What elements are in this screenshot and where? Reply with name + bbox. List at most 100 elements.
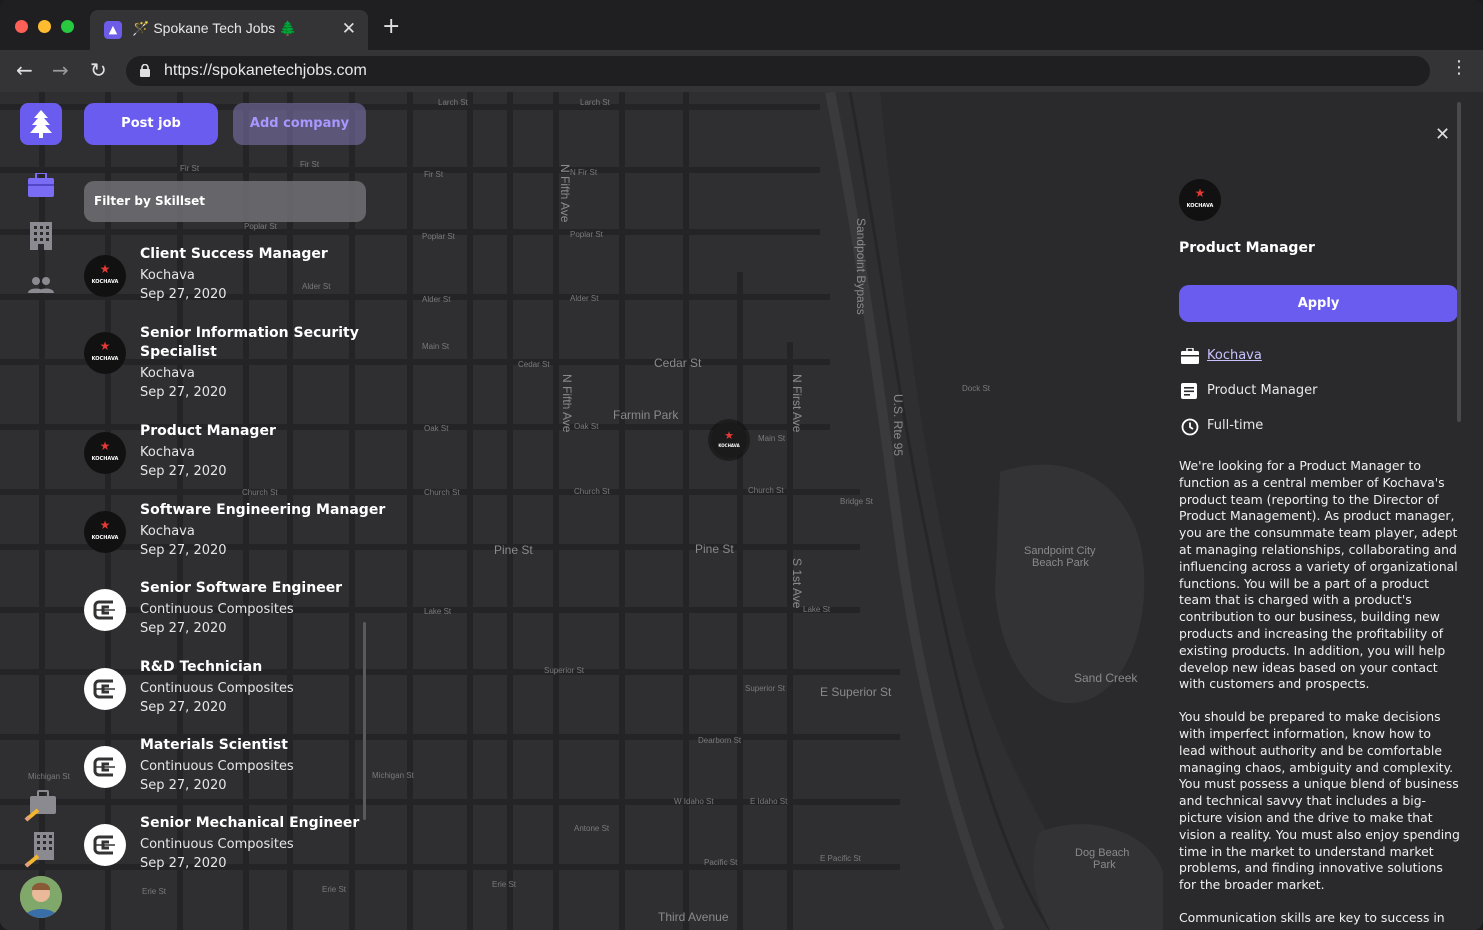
browser-window: ▲ 🪄 Spokane Tech Jobs 🌲 ✕ + ← → ↻ https:… [0,0,1483,930]
street-label: S 1st Ave [790,558,804,609]
job-date: Sep 27, 2020 [140,464,227,479]
street-label: Cedar St [654,356,702,370]
job-list-item[interactable]: Senior Software Engineer Continuous Comp… [84,579,374,649]
job-company: Continuous Composites [140,837,294,852]
description-paragraph: You should be prepared to make decisions… [1179,709,1460,893]
app-logo-tree-icon[interactable] [20,103,62,145]
reload-icon[interactable]: ↻ [90,58,107,82]
street-label: N First Ave [790,374,804,433]
add-company-button[interactable]: Add company [233,103,366,145]
detail-position: Product Manager [1207,383,1318,398]
browser-menu-icon[interactable]: ⋮ [1450,59,1468,77]
maximize-window-button[interactable] [61,20,74,33]
marker-label: KOCHAVA [718,443,740,448]
detail-panel-scrollbar[interactable] [1457,102,1461,422]
street-label: Larch St [438,98,468,107]
continuous-composites-logo-icon [84,746,126,788]
street-label: U.S. Rte 95 [891,394,905,457]
job-company: Kochava [140,445,195,460]
minimize-window-button[interactable] [38,20,51,33]
close-panel-icon[interactable]: ✕ [1435,124,1450,145]
street-label: W Idaho St [674,797,714,806]
street-label: Pine St [695,542,734,556]
job-company: Kochava [140,524,195,539]
detail-company-link[interactable]: Kochava [1207,348,1262,363]
job-list-item[interactable]: Senior Mechanical Engineer Continuous Co… [84,814,374,884]
kochava-logo-icon: ★ KOCHAVA [84,332,126,374]
kochava-star-icon: ★ [724,429,734,442]
continuous-composites-logo-icon [84,824,126,866]
job-list-item[interactable]: ★ KOCHAVA Senior Information Security Spe… [84,324,374,404]
add-company-icon[interactable] [24,832,58,868]
continuous-composites-logo-icon [84,589,126,631]
companies-building-icon[interactable] [30,222,52,250]
new-tab-button[interactable]: + [382,14,400,39]
kochava-logo-icon: ★ KOCHAVA [84,255,126,297]
street-label: Third Avenue [658,910,729,924]
street-label: Larch St [580,98,610,107]
street-label: N Fifth Ave [558,164,572,223]
kochava-logo-icon: ★ KOCHAVA [84,432,126,474]
job-list-item[interactable]: ★ KOCHAVA Client Success Manager Kochava … [84,245,374,315]
job-date: Sep 27, 2020 [140,778,227,793]
close-tab-icon[interactable]: ✕ [342,19,356,39]
browser-tab[interactable]: ▲ 🪄 Spokane Tech Jobs 🌲 ✕ [90,10,368,50]
street-label: Dock St [962,384,991,393]
continuous-composites-logo-icon [84,668,126,710]
street-label: Lake St [424,607,452,616]
job-list-item[interactable]: Materials Scientist Continuous Composite… [84,736,374,806]
user-avatar[interactable] [20,876,62,918]
tab-title: 🪄 Spokane Tech Jobs 🌲 [132,20,297,36]
job-title: Product Manager [140,423,276,439]
detail-job-title: Product Manager [1179,240,1315,256]
street-label: Erie St [142,887,167,896]
street-label: Farmin Park [613,408,679,422]
job-list-item[interactable]: ★ KOCHAVA Product Manager Kochava Sep 27,… [84,422,374,492]
job-list-item[interactable]: ★ KOCHAVA Software Engineering Manager Ko… [84,501,385,571]
job-company: Continuous Composites [140,681,294,696]
post-job-button[interactable]: Post job [84,103,218,145]
job-list-scrollbar[interactable] [363,622,366,820]
street-label: Alder St [422,295,451,304]
street-label: Erie St [322,885,347,894]
street-label: Church St [574,487,610,496]
street-label: Alder St [570,294,599,303]
street-label: Poplar St [570,230,603,239]
map-marker-kochava[interactable]: ★ KOCHAVA [711,422,747,458]
kochava-logo-icon: ★ KOCHAVA [84,511,126,553]
street-label: Sand Creek [1074,671,1138,685]
street-label: Main St [422,342,450,351]
apply-button[interactable]: Apply [1179,285,1458,322]
job-date: Sep 27, 2020 [140,385,227,400]
jobs-briefcase-icon[interactable] [28,173,54,197]
job-description: We're looking for a Product Manager to f… [1179,458,1461,930]
job-list-item[interactable]: R&D Technician Continuous Composites Sep… [84,658,374,728]
address-bar[interactable]: https://spokanetechjobs.com [126,56,1430,86]
job-detail-panel: ✕ ★ KOCHAVA Product Manager Apply Kochava… [1163,92,1483,930]
back-arrow-icon[interactable]: ← [16,58,33,82]
close-window-button[interactable] [15,20,28,33]
filter-by-skillset-button[interactable]: Filter by Skillset [84,181,366,222]
job-company: Continuous Composites [140,602,294,617]
street-label: Pacific St [704,858,738,867]
street-label: Church St [424,488,460,497]
street-label: Beach Park [1032,557,1089,569]
street-label: Poplar St [244,222,277,231]
people-icon[interactable] [28,277,54,293]
add-job-icon[interactable] [24,790,58,822]
street-label: N Fifth Ave [560,374,574,433]
street-label: Fir St [424,170,444,179]
job-date: Sep 27, 2020 [140,621,227,636]
detail-employment-type: Full-time [1207,418,1264,433]
street-label: Bridge St [840,497,873,506]
street-label: Cedar St [518,360,550,369]
street-label: E Pacific St [820,854,861,863]
street-label: Superior St [544,666,585,675]
forward-arrow-icon[interactable]: → [52,58,69,82]
street-label: Sandpoint Bypass [854,218,868,315]
street-label: Antone St [574,824,610,833]
url-text: https://spokanetechjobs.com [164,62,367,79]
street-label: Fir St [300,160,320,169]
street-label: Erie St [492,880,517,889]
job-company: Continuous Composites [140,759,294,774]
